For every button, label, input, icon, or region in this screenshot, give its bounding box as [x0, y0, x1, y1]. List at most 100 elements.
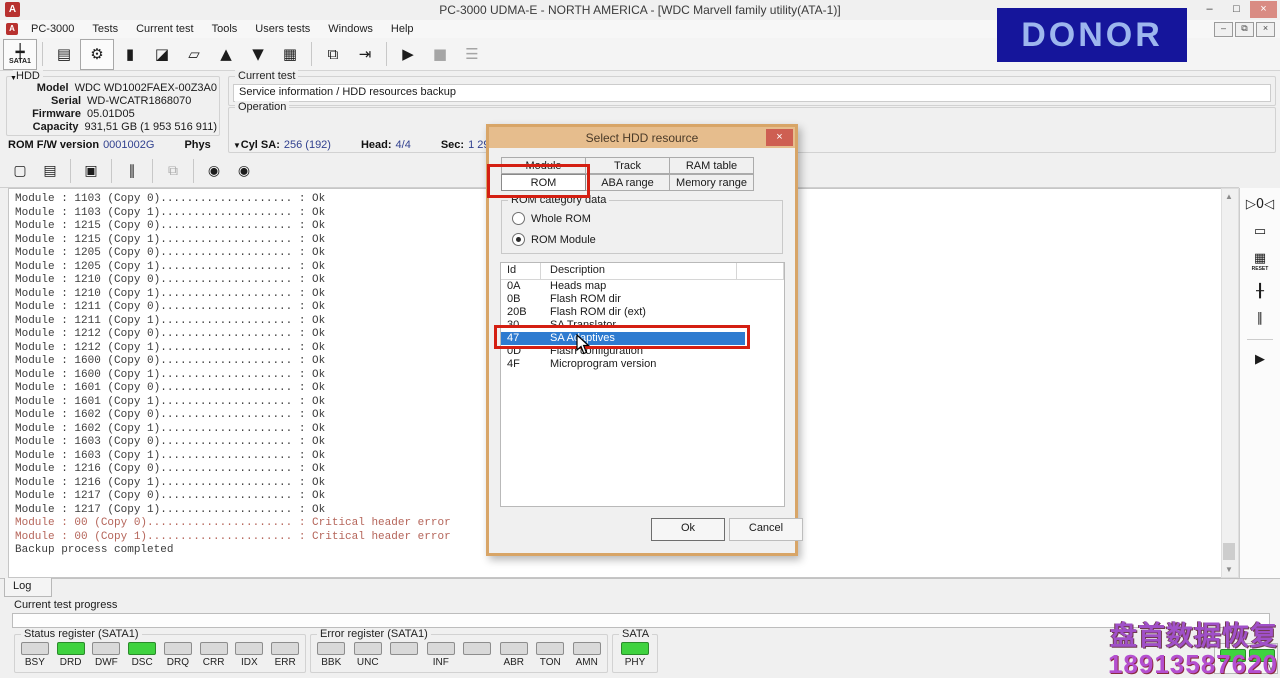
table-row[interactable]: 4F Microprogram version [501, 358, 784, 371]
tab-ram-table[interactable]: RAM table [669, 157, 754, 174]
mdi-minimize-button[interactable]: – [1214, 22, 1233, 37]
log-scrollbar[interactable]: ▲ ▼ [1221, 188, 1239, 578]
scroll-down-icon[interactable]: ▼ [1222, 562, 1236, 577]
radio-icon [512, 233, 525, 246]
drive-id-button[interactable]: ▭ [1254, 225, 1266, 239]
sata1-port-label: SATA1 [9, 57, 31, 65]
copy-data-button[interactable]: ⧉ [317, 40, 349, 69]
nvram-chip-button[interactable]: ◪ [146, 40, 178, 69]
ton-led-icon [536, 642, 565, 655]
led-label: PHY [624, 657, 646, 668]
cell-id: 0A [507, 280, 521, 292]
watermark-company: 盘首数据恢复 [1110, 621, 1278, 652]
watermark-phone: 18913587620 [1107, 648, 1278, 678]
tab-aba-range[interactable]: ABA range [585, 174, 670, 191]
mouse-cursor-icon [576, 334, 590, 355]
sata1-port-button[interactable]: ┿ SATA1 [3, 38, 37, 70]
error-register-leds: BBK UNC INF ABR TON AMN [313, 642, 605, 668]
power-control-icon: ╂ [1256, 284, 1264, 299]
tab-track[interactable]: Track [585, 157, 670, 174]
drq-led-icon [163, 642, 192, 655]
start-drive-icon: ▶ [1255, 352, 1265, 367]
dialog-close-icon[interactable]: × [766, 129, 793, 146]
status-register-panel: Status register (SATA1) BSY DRD DWF DSC DRQ C… [14, 628, 306, 673]
scrollbar-thumb[interactable] [1223, 543, 1235, 560]
scroll-up-icon[interactable]: ▲ [1222, 189, 1236, 204]
mdi-restore-button[interactable]: ⧉ [1235, 22, 1254, 37]
write-sa-button[interactable]: ▲ [210, 40, 242, 69]
radio-rom-module[interactable]: ROM Module [512, 233, 596, 246]
hdd-field-label: Firmware [32, 108, 81, 120]
log-settings-button[interactable]: ▤ [35, 158, 65, 184]
drive-reset-icon: ▦ [1253, 251, 1267, 266]
start-test-button[interactable]: ▶ [392, 40, 424, 69]
close-button[interactable]: × [1250, 1, 1277, 18]
menu-tests[interactable]: Tests [83, 23, 127, 35]
find-button[interactable]: ◉ [199, 158, 229, 184]
table-row[interactable]: 0B Flash ROM dir [501, 293, 784, 306]
column-header-id[interactable]: Id [501, 263, 541, 279]
menu-pc-3000[interactable]: PC-3000 [22, 23, 83, 35]
sector-grid-button[interactable]: ▦ [274, 40, 306, 69]
copy-data-icon: ⧉ [327, 45, 339, 63]
toolbar-separator [1247, 339, 1273, 340]
info-value: 4/4 [395, 138, 411, 151]
dialog-title-bar[interactable]: Select HDD resource × [489, 127, 795, 148]
menu-users-tests[interactable]: Users tests [246, 23, 319, 35]
hdd-field-value: 05.01D05 [87, 108, 135, 120]
table-row[interactable]: 0A Heads map [501, 280, 784, 293]
utility-settings-button[interactable]: ⚙ [80, 38, 114, 70]
mdi-close-button[interactable]: × [1256, 22, 1275, 37]
stop-test-icon: ■ [432, 45, 448, 63]
find-next-button[interactable]: ◉ [229, 158, 259, 184]
application-window: A PC-3000 UDMA-E - NORTH AMERICA - [WDC … [0, 0, 1280, 678]
hdd-dropdown-arrow-icon[interactable]: ▼ [10, 75, 17, 82]
nvram-chip-icon: ◪ [154, 45, 170, 63]
column-header-description[interactable]: Description [541, 263, 737, 279]
drive-passport-icon: ▤ [56, 45, 72, 63]
maximize-button[interactable]: □ [1223, 1, 1250, 18]
radio-whole-rom[interactable]: Whole ROM [512, 212, 591, 225]
power-control-button[interactable]: ╂ [1256, 285, 1264, 299]
rom-chip-button[interactable]: ▮ [114, 40, 146, 69]
test-queue-button[interactable]: ☰ [456, 40, 488, 69]
write-sa-icon: ▲ [220, 45, 232, 63]
info-label: Phys [184, 138, 211, 151]
tab-memory-range[interactable]: Memory range [669, 174, 754, 191]
stop-test-button[interactable]: ■ [424, 40, 456, 69]
start-drive-button[interactable]: ▶ [1255, 353, 1265, 367]
minimize-button[interactable]: – [1196, 1, 1223, 18]
clear-log-button[interactable]: ▢ [5, 158, 35, 184]
radio-label: ROM Module [531, 233, 596, 246]
toolbar-separator [152, 158, 153, 183]
recalibrate-button[interactable]: ▷0◁ [1246, 198, 1274, 212]
copy-log-button[interactable]: ⧉ [158, 158, 188, 184]
menu-tools[interactable]: Tools [203, 23, 247, 35]
read-sa-button[interactable]: ▼ [242, 40, 274, 69]
error-unlabeled [387, 642, 421, 668]
led-label: UNC [356, 657, 379, 668]
table-row[interactable]: 20B Flash ROM dir (ext) [501, 306, 784, 319]
menu-current-test[interactable]: Current test [127, 23, 202, 35]
ok-button[interactable]: Ok [651, 518, 725, 541]
menu-windows[interactable]: Windows [319, 23, 382, 35]
open-resource-button[interactable]: ▱ [178, 40, 210, 69]
menu-help[interactable]: Help [382, 23, 423, 35]
save-log-button[interactable]: ▣ [76, 158, 106, 184]
pause-drive-button[interactable]: ∥ [1257, 312, 1264, 326]
exit-utility-button[interactable]: ⇥ [349, 40, 381, 69]
recalibrate-icon: ▷0◁ [1245, 197, 1275, 212]
status-bsy: BSY [18, 642, 52, 668]
pause-log-button[interactable]: ∥ [117, 158, 147, 184]
idx-led-icon [235, 642, 264, 655]
dsc-led-icon [128, 642, 157, 655]
cell-id: 4F [507, 358, 520, 370]
abr-led-icon [499, 642, 528, 655]
drive-reset-button[interactable]: ▦ RESET [1252, 251, 1269, 273]
drive-passport-button[interactable]: ▤ [48, 40, 80, 69]
tab-log[interactable]: Log [4, 578, 52, 597]
table-header: Id Description [501, 263, 784, 280]
resource-table[interactable]: Id Description 0A Heads map 0B Flash ROM di… [500, 262, 785, 507]
cancel-button[interactable]: Cancel [729, 518, 803, 541]
hdd-field-firmware: Firmware 05.01D05 [9, 108, 217, 121]
